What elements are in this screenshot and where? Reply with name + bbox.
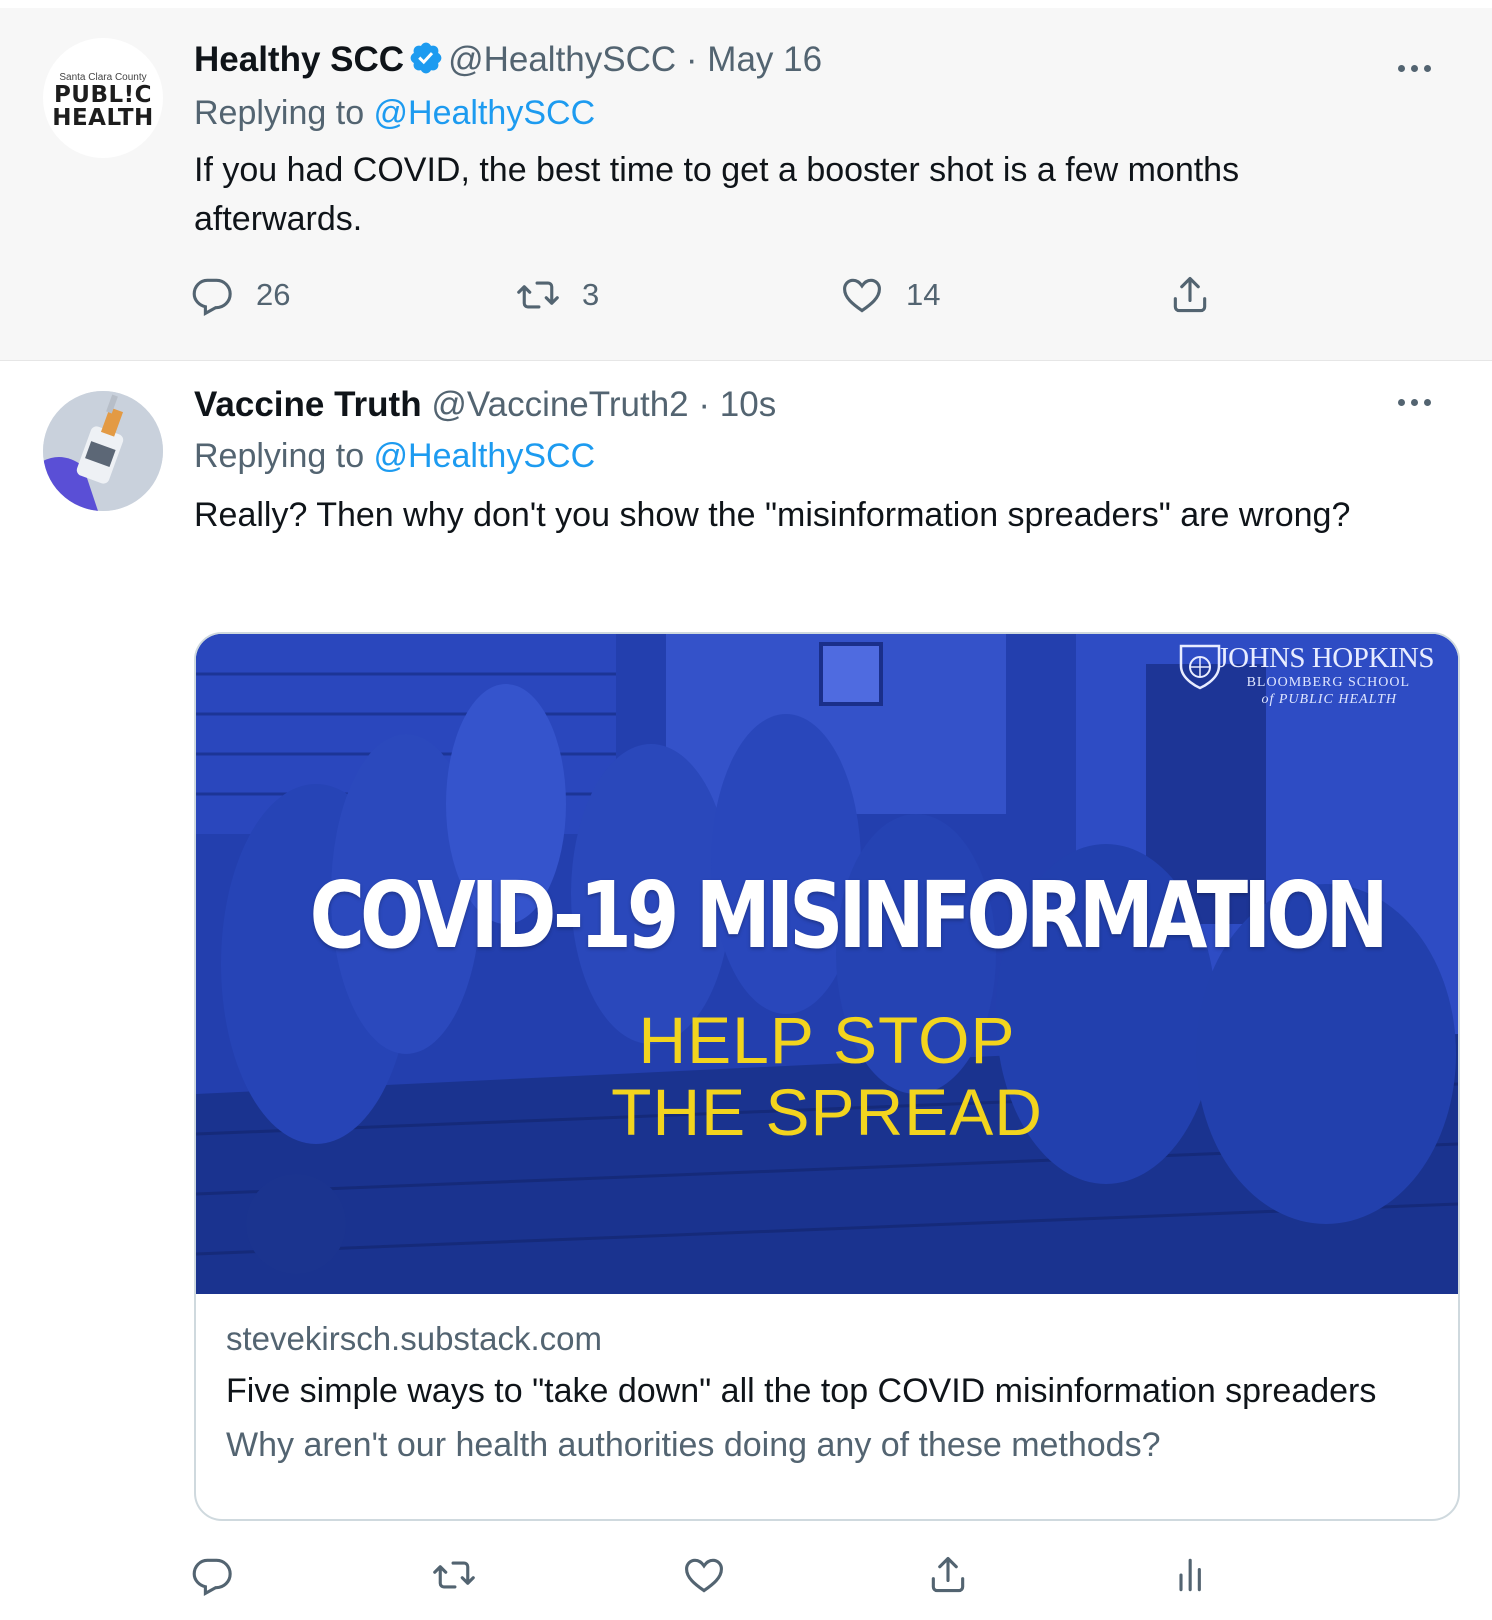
- avatar-text-line1: PUBL!C: [53, 82, 153, 108]
- analytics-icon: [1179, 1558, 1201, 1592]
- tweet-healthyscc[interactable]: Santa Clara County PUBL!C HEALTH Healthy…: [0, 8, 1492, 361]
- like-count: 14: [906, 277, 941, 312]
- card-domain: stevekirsch.substack.com: [226, 1320, 602, 1357]
- share-button[interactable]: [1168, 270, 1212, 320]
- like-icon: [843, 278, 881, 313]
- like-button[interactable]: 14: [840, 270, 940, 320]
- tweet-header: Vaccine Truth @VaccineTruth2 · 10s: [194, 383, 776, 427]
- like-icon: [685, 1558, 723, 1593]
- share-icon: [931, 1556, 965, 1593]
- logo-subtitle-1: BLOOMBERG SCHOOL: [1246, 675, 1410, 690]
- logo-subtitle-2: of PUBLIC HEALTH: [1261, 692, 1397, 707]
- tweet-actions: 26 3 14: [190, 270, 1290, 320]
- handle[interactable]: @VaccineTruth2: [431, 385, 688, 424]
- vaccine-vial-image: [43, 391, 163, 511]
- separator: ·: [685, 40, 698, 79]
- separator: ·: [698, 385, 711, 424]
- link-card[interactable]: JOHNS HOPKINS BLOOMBERG SCHOOL of PUBLIC…: [194, 632, 1460, 1521]
- tweet-vaccinetruth[interactable]: Vaccine Truth @VaccineTruth2 · 10s Reply…: [0, 361, 1492, 1620]
- reply-icon: [192, 278, 232, 316]
- tweet-actions: [190, 1550, 1290, 1600]
- tweet-text: If you had COVID, the best time to get a…: [194, 151, 1240, 238]
- more-icon[interactable]: [1392, 56, 1436, 80]
- more-icon[interactable]: [1392, 390, 1436, 414]
- replying-to: Replying to @HealthySCC: [194, 437, 595, 476]
- johns-hopkins-shield-icon: [1179, 644, 1221, 690]
- replying-to: Replying to @HealthySCC: [194, 94, 595, 133]
- logo-title: JOHNS HOPKINS: [1217, 642, 1434, 674]
- avatar-text-line2: HEALTH: [52, 105, 154, 131]
- handle[interactable]: @HealthySCC: [448, 40, 676, 79]
- retweet-icon: [433, 1561, 475, 1589]
- avatar-healthyscc[interactable]: Santa Clara County PUBL!C HEALTH: [43, 38, 163, 158]
- tweet-header: Healthy SCC @HealthySCC · May 16: [194, 38, 822, 82]
- reply-count: 26: [256, 277, 291, 312]
- tweet-text: Really? Then why don't you show the "mis…: [194, 496, 1351, 534]
- reply-icon: [192, 1558, 232, 1596]
- display-name[interactable]: Vaccine Truth: [194, 385, 422, 424]
- timestamp[interactable]: May 16: [707, 40, 822, 79]
- card-title: Five simple ways to "take down" all the …: [226, 1372, 1377, 1410]
- retweet-icon: [517, 281, 559, 309]
- retweet-button[interactable]: [432, 1550, 476, 1600]
- display-name[interactable]: Healthy SCC: [194, 40, 404, 79]
- card-description: Why aren't our health authorities doing …: [226, 1426, 1161, 1464]
- card-meta: stevekirsch.substack.com Five simple way…: [226, 1314, 1436, 1472]
- share-icon: [1173, 276, 1207, 313]
- replying-handle-link[interactable]: @HealthySCC: [374, 94, 596, 132]
- reply-button[interactable]: 26: [190, 270, 290, 320]
- reply-button[interactable]: [190, 1550, 234, 1600]
- timestamp[interactable]: 10s: [720, 385, 776, 424]
- replying-label: Replying to: [194, 94, 374, 132]
- retweet-count: 3: [582, 277, 600, 312]
- share-button[interactable]: [926, 1550, 970, 1600]
- card-image[interactable]: JOHNS HOPKINS BLOOMBERG SCHOOL of PUBLIC…: [196, 634, 1458, 1294]
- card-subline-1: HELP STOP: [638, 1003, 1016, 1077]
- retweet-button[interactable]: 3: [516, 270, 599, 320]
- like-button[interactable]: [682, 1550, 726, 1600]
- card-headline: COVID-19 MISINFORMATION: [309, 862, 1389, 969]
- replying-label: Replying to: [194, 437, 374, 475]
- replying-handle-link[interactable]: @HealthySCC: [374, 437, 596, 475]
- avatar-vaccinetruth[interactable]: [43, 391, 163, 511]
- analytics-button[interactable]: [1170, 1550, 1214, 1600]
- verified-badge-icon: [410, 42, 442, 74]
- card-subline-2: THE SPREAD: [611, 1075, 1043, 1149]
